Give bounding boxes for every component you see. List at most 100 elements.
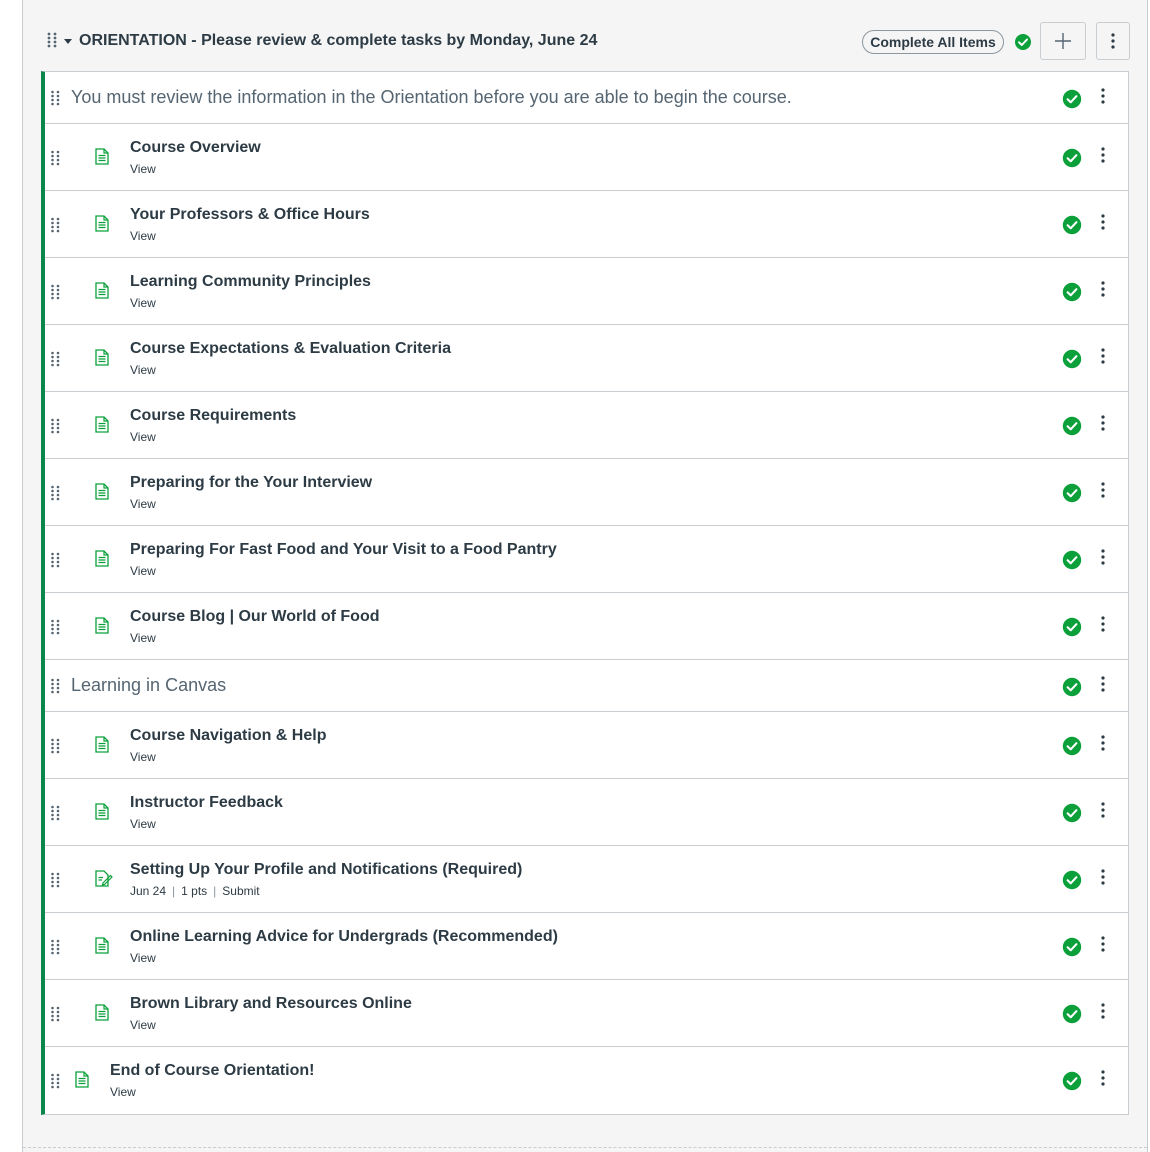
item-title-link[interactable]: Course Overview <box>130 139 261 157</box>
item-details: View <box>130 296 156 310</box>
check-circle-icon <box>1062 736 1082 761</box>
kebab-menu-icon[interactable] <box>1101 869 1105 890</box>
item-details: View <box>130 564 156 578</box>
add-item-button[interactable] <box>1040 22 1086 60</box>
kebab-menu-icon[interactable] <box>1101 936 1105 957</box>
module-item-brown-library-and-resources-online: Brown Library and Resources Online View <box>45 980 1128 1047</box>
document-icon <box>95 937 109 959</box>
kebab-menu-icon[interactable] <box>1101 1003 1105 1024</box>
caret-down-icon[interactable] <box>64 39 72 44</box>
divider <box>23 1147 1147 1148</box>
drag-handle-icon[interactable] <box>51 872 60 893</box>
document-icon <box>95 483 109 505</box>
drag-handle-icon[interactable] <box>51 678 60 699</box>
requirement-view: View <box>130 631 156 645</box>
module-header: ORIENTATION - Please review & complete t… <box>23 22 1147 62</box>
drag-handle-icon[interactable] <box>51 939 60 960</box>
item-details: View <box>130 229 156 243</box>
module-item-course-blog-our-world-of-food: Course Blog | Our World of Food View <box>45 593 1128 660</box>
item-details: View <box>130 162 156 176</box>
drag-handle-icon[interactable] <box>51 485 60 506</box>
drag-handle-icon[interactable] <box>51 1073 60 1094</box>
check-circle-icon <box>1014 33 1032 56</box>
module-subheader: Learning in Canvas <box>45 660 1128 712</box>
item-title-link[interactable]: Your Professors & Office Hours <box>130 206 370 224</box>
subheader-title: Learning in Canvas <box>71 675 227 695</box>
kebab-menu-icon[interactable] <box>1101 415 1105 436</box>
drag-handle-icon[interactable] <box>51 150 60 171</box>
kebab-menu-icon[interactable] <box>1101 735 1105 756</box>
drag-handle-icon[interactable] <box>51 90 60 111</box>
subheader-title: You must review the information in the O… <box>71 87 792 107</box>
item-details: View <box>130 430 156 444</box>
check-circle-icon <box>1062 617 1082 642</box>
drag-handle-icon[interactable] <box>47 32 57 53</box>
kebab-menu-icon[interactable] <box>1101 281 1105 302</box>
item-title-link[interactable]: Preparing for the Your Interview <box>130 474 372 492</box>
drag-handle-icon[interactable] <box>51 284 60 305</box>
module-item-preparing-for-the-your-interview: Preparing for the Your Interview View <box>45 459 1128 526</box>
item-title-link[interactable]: Instructor Feedback <box>130 794 283 812</box>
requirement-view: View <box>130 817 156 831</box>
drag-handle-icon[interactable] <box>51 619 60 640</box>
check-circle-icon <box>1062 349 1082 374</box>
complete-all-items-badge: Complete All Items <box>862 30 1004 54</box>
item-title-link[interactable]: Course Navigation & Help <box>130 727 326 745</box>
document-icon <box>95 550 109 572</box>
kebab-menu-icon[interactable] <box>1101 482 1105 503</box>
check-circle-icon <box>1062 870 1082 895</box>
kebab-menu-icon[interactable] <box>1101 676 1105 697</box>
drag-handle-icon[interactable] <box>51 552 60 573</box>
check-circle-icon <box>1062 416 1082 441</box>
check-circle-icon <box>1062 148 1082 173</box>
item-title-link[interactable]: Preparing For Fast Food and Your Visit t… <box>130 541 557 559</box>
separator: | <box>172 884 176 898</box>
item-title-link[interactable]: Course Requirements <box>130 407 296 425</box>
kebab-menu-icon[interactable] <box>1101 802 1105 823</box>
drag-handle-icon[interactable] <box>51 805 60 826</box>
item-title-link[interactable]: Setting Up Your Profile and Notification… <box>130 861 522 879</box>
kebab-menu-icon[interactable] <box>1101 616 1105 637</box>
kebab-menu-icon[interactable] <box>1101 147 1105 168</box>
submission-status: Submit <box>222 884 260 898</box>
item-title-link[interactable]: Brown Library and Resources Online <box>130 995 412 1013</box>
module-options-button[interactable] <box>1096 22 1130 60</box>
item-title-link[interactable]: Course Blog | Our World of Food <box>130 608 380 626</box>
item-details: View <box>110 1085 136 1099</box>
module-item-setting-up-your-profile-and-notification: Setting Up Your Profile and Notification… <box>45 846 1128 913</box>
kebab-menu-icon[interactable] <box>1101 348 1105 369</box>
document-icon <box>75 1071 89 1093</box>
module-item-course-navigation-help: Course Navigation & Help View <box>45 712 1128 779</box>
item-title-link[interactable]: End of Course Orientation! <box>110 1062 314 1080</box>
requirement-view: View <box>130 363 156 377</box>
drag-handle-icon[interactable] <box>51 1006 60 1027</box>
item-title-link[interactable]: Online Learning Advice for Undergrads (R… <box>130 928 558 946</box>
module-item-preparing-for-fast-food-and-your-visit-t: Preparing For Fast Food and Your Visit t… <box>45 526 1128 593</box>
drag-handle-icon[interactable] <box>51 217 60 238</box>
kebab-menu-icon[interactable] <box>1101 549 1105 570</box>
check-circle-icon <box>1062 215 1082 240</box>
module-item-course-overview: Course Overview View <box>45 124 1128 191</box>
kebab-menu-icon[interactable] <box>1101 214 1105 235</box>
due-date: Jun 24 <box>130 884 167 898</box>
separator: | <box>213 884 217 898</box>
kebab-menu-icon[interactable] <box>1101 1070 1105 1091</box>
check-circle-icon <box>1062 937 1082 962</box>
kebab-menu-icon[interactable] <box>1101 88 1105 109</box>
requirement-view: View <box>130 296 156 310</box>
check-circle-icon <box>1062 483 1082 508</box>
module-item-course-expectations-evaluation-criteria: Course Expectations & Evaluation Criteri… <box>45 325 1128 392</box>
document-icon <box>95 803 109 825</box>
drag-handle-icon[interactable] <box>51 738 60 759</box>
drag-handle-icon[interactable] <box>51 418 60 439</box>
requirement-view: View <box>130 1018 156 1032</box>
requirement-view: View <box>130 497 156 511</box>
item-title-link[interactable]: Course Expectations & Evaluation Criteri… <box>130 340 451 358</box>
item-details: View <box>130 1018 156 1032</box>
check-circle-icon <box>1062 1071 1082 1096</box>
drag-handle-icon[interactable] <box>51 351 60 372</box>
module-item-instructor-feedback: Instructor Feedback View <box>45 779 1128 846</box>
module-title: ORIENTATION - Please review & complete t… <box>79 32 598 49</box>
item-title-link[interactable]: Learning Community Principles <box>130 273 371 291</box>
requirement-view: View <box>130 750 156 764</box>
